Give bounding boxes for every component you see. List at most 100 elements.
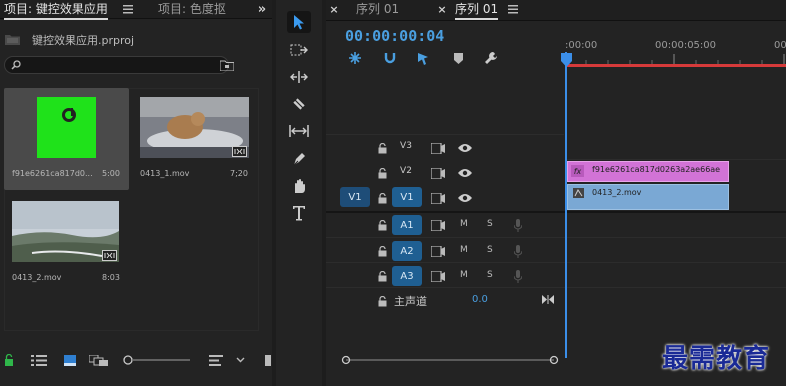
sync-lock-icon[interactable]: [430, 141, 446, 155]
timeline-clip-v2[interactable]: fx f91e6261ca817d0263a2ae66ae: [567, 161, 729, 182]
ruler-tick-label: 00:: [774, 40, 786, 51]
lock-icon[interactable]: [376, 141, 388, 155]
project-tab-bar: 项目: 键控效果应用 项目: 色度抠 »: [0, 0, 272, 20]
timecode-display[interactable]: 00:00:00:04: [345, 27, 444, 45]
freeform-view-icon[interactable]: [88, 353, 110, 367]
solo-button[interactable]: S: [487, 245, 493, 255]
project-panel: 项目: 键控效果应用 项目: 色度抠 » 键控效果应用.prproj f91e6…: [0, 0, 272, 386]
clip-name: 0413_2.mov: [592, 188, 642, 197]
slip-tool-icon[interactable]: [287, 120, 311, 142]
new-bin-icon[interactable]: [218, 58, 236, 72]
selection-tool-icon[interactable]: [287, 11, 311, 33]
new-item-icon[interactable]: [264, 353, 272, 367]
sort-icon[interactable]: [208, 353, 224, 367]
clip-name: f91e6261ca817d0263a2ae66ae: [592, 165, 721, 174]
razor-tool-icon[interactable]: [287, 93, 311, 115]
microphone-icon[interactable]: [512, 217, 524, 233]
lock-icon[interactable]: [376, 294, 388, 308]
track-target-v1[interactable]: V1: [392, 187, 422, 207]
clip-type-icon: [232, 146, 247, 157]
mute-button[interactable]: M: [460, 270, 468, 280]
ruler-tick-label: 00:00:05:00: [655, 40, 717, 51]
project-bottom-toolbar: [0, 348, 272, 374]
clip-thumbnail: [37, 97, 96, 158]
more-panels-icon[interactable]: »: [254, 2, 270, 17]
sync-lock-icon[interactable]: [430, 166, 446, 180]
list-view-icon[interactable]: [30, 353, 48, 367]
clip-type-icon: [102, 250, 117, 261]
track-target-a2[interactable]: A2: [392, 241, 422, 261]
track-target-a3[interactable]: A3: [392, 266, 422, 286]
master-volume-value[interactable]: 0.0: [472, 294, 488, 305]
thumbnail-size-slider[interactable]: [123, 355, 191, 365]
sync-lock-icon[interactable]: [430, 191, 446, 205]
chevron-down-icon[interactable]: [234, 354, 246, 366]
track-header-a3: A3 M S: [326, 264, 564, 288]
nest-icon[interactable]: [348, 51, 362, 65]
clip-name: f91e6261ca817d0...: [12, 169, 93, 178]
tab-project-chroma[interactable]: 项目: 色度抠: [158, 0, 226, 19]
tools-panel: [276, 0, 322, 386]
track-header-v1: V1 V1: [326, 186, 564, 210]
ruler-ticks: [564, 54, 785, 64]
work-area-bar[interactable]: [566, 64, 786, 67]
wrench-icon[interactable]: [483, 51, 499, 65]
source-patch-v1[interactable]: V1: [340, 187, 370, 207]
timeline-zoom-scrollbar[interactable]: [341, 355, 559, 365]
ripple-edit-tool-icon[interactable]: [287, 66, 311, 88]
sync-lock-icon[interactable]: [430, 269, 446, 283]
go-to-edit-point-icon[interactable]: [541, 292, 555, 306]
lock-icon[interactable]: [376, 269, 388, 283]
pen-tool-icon[interactable]: [287, 148, 311, 170]
fx-badge-icon: [573, 188, 584, 198]
tab-sequence-inactive[interactable]: 序列 01: [356, 0, 399, 19]
lock-icon[interactable]: [376, 218, 388, 232]
track-header-v3: V3: [326, 136, 564, 160]
add-marker-icon[interactable]: [452, 52, 464, 64]
icon-view-icon[interactable]: [62, 353, 78, 367]
microphone-icon[interactable]: [512, 268, 524, 284]
tab-sequence-active[interactable]: 序列 01: [455, 0, 499, 20]
clip-duration: 5:00: [102, 169, 120, 178]
close-icon[interactable]: ×: [436, 3, 448, 16]
track-header-a1: A1 M S: [326, 213, 564, 237]
lock-icon[interactable]: [376, 166, 388, 180]
clip-name: 0413_2.mov: [12, 273, 62, 282]
timeline-clip-v1[interactable]: 0413_2.mov: [567, 184, 729, 210]
clip-item-green[interactable]: f91e6261ca817d0... 5:00: [4, 88, 129, 190]
type-tool-icon[interactable]: [287, 202, 311, 224]
eye-icon[interactable]: [457, 191, 473, 205]
panel-menu-icon[interactable]: [506, 2, 520, 16]
close-icon[interactable]: ×: [328, 3, 340, 16]
eye-icon[interactable]: [457, 141, 473, 155]
clip-item-0413-2[interactable]: 0413_2.mov 8:03: [4, 196, 129, 288]
lock-icon[interactable]: [376, 244, 388, 258]
search-icon: [10, 59, 22, 71]
playhead-line[interactable]: [565, 52, 567, 358]
folder-icon: [4, 33, 20, 45]
solo-button[interactable]: S: [487, 270, 493, 280]
time-ruler[interactable]: :00:00 00:00:05:00 00:: [561, 36, 786, 68]
track-divider: [326, 262, 786, 263]
microphone-icon[interactable]: [512, 243, 524, 259]
sync-lock-icon[interactable]: [430, 218, 446, 232]
eye-icon[interactable]: [457, 166, 473, 180]
hand-tool-icon[interactable]: [287, 175, 311, 197]
search-input[interactable]: [4, 56, 229, 74]
lock-icon[interactable]: [3, 353, 15, 367]
solo-button[interactable]: S: [487, 219, 493, 229]
snap-icon[interactable]: [383, 51, 397, 65]
track-divider: [326, 287, 786, 288]
mute-button[interactable]: M: [460, 245, 468, 255]
linked-selection-icon[interactable]: [416, 51, 432, 65]
clip-item-0413-1[interactable]: 0413_1.mov 7;20: [132, 92, 257, 190]
lock-icon[interactable]: [376, 191, 388, 205]
panel-menu-icon[interactable]: [121, 2, 135, 16]
mute-button[interactable]: M: [460, 219, 468, 229]
tab-project-keying[interactable]: 项目: 键控效果应用: [4, 0, 108, 20]
track-select-tool-icon[interactable]: [287, 39, 311, 61]
track-target-a1[interactable]: A1: [392, 215, 422, 235]
clip-thumbnail: [12, 201, 119, 262]
track-label: V2: [400, 166, 412, 176]
sync-lock-icon[interactable]: [430, 244, 446, 258]
